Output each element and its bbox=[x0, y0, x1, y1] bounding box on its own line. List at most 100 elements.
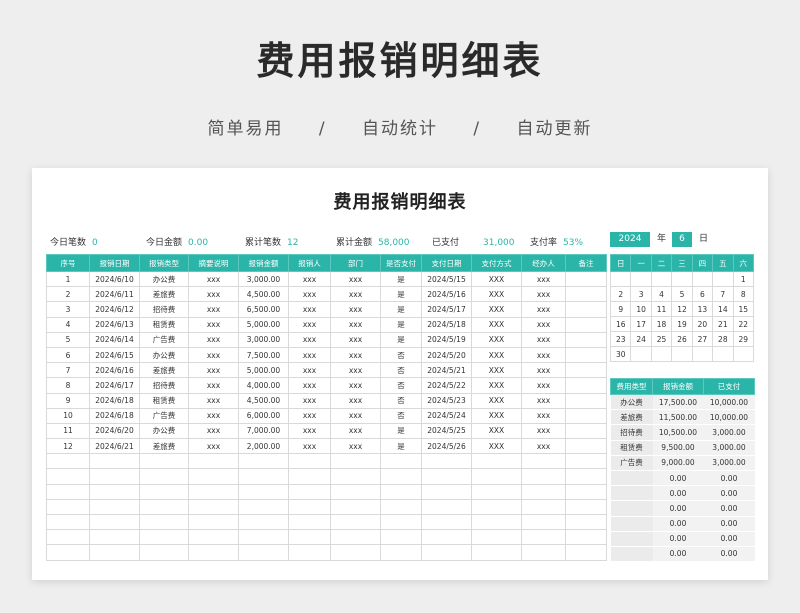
table-cell[interactable]: xxx bbox=[521, 407, 566, 424]
calendar-day[interactable] bbox=[691, 346, 714, 362]
table-cell[interactable]: xxx bbox=[288, 362, 331, 379]
table-cell[interactable]: xxx bbox=[188, 270, 239, 288]
empty-cell[interactable] bbox=[89, 498, 140, 516]
table-cell[interactable]: 7,000.00 bbox=[238, 422, 289, 440]
empty-cell[interactable] bbox=[565, 529, 607, 546]
summary-cell[interactable] bbox=[610, 470, 653, 487]
table-cell[interactable]: 6,500.00 bbox=[238, 301, 289, 318]
empty-cell[interactable] bbox=[565, 498, 607, 516]
table-cell[interactable]: 2024/6/13 bbox=[89, 316, 140, 333]
empty-cell[interactable] bbox=[288, 498, 331, 516]
table-cell[interactable]: 12 bbox=[46, 438, 90, 455]
calendar-day[interactable]: 4 bbox=[650, 286, 673, 302]
table-cell[interactable]: xxx bbox=[521, 316, 566, 333]
empty-cell[interactable] bbox=[330, 513, 381, 531]
table-cell[interactable]: 租赁费 bbox=[139, 316, 189, 333]
calendar-day[interactable]: 19 bbox=[671, 316, 693, 332]
table-cell[interactable]: 4 bbox=[46, 316, 90, 333]
table-cell[interactable]: 7 bbox=[46, 362, 90, 379]
empty-cell[interactable] bbox=[188, 498, 239, 516]
summary-cell[interactable]: 办公费 bbox=[610, 394, 653, 411]
table-cell[interactable] bbox=[565, 362, 607, 379]
table-cell[interactable]: xxx bbox=[330, 270, 381, 288]
table-cell[interactable]: 招待费 bbox=[139, 377, 189, 394]
table-cell[interactable]: xxx bbox=[330, 422, 381, 440]
empty-cell[interactable] bbox=[188, 483, 239, 500]
summary-cell[interactable] bbox=[610, 500, 653, 517]
table-cell[interactable] bbox=[565, 422, 607, 440]
summary-cell[interactable]: 0.00 bbox=[652, 500, 704, 517]
summary-cell[interactable]: 0.00 bbox=[652, 485, 704, 502]
empty-cell[interactable] bbox=[330, 483, 381, 500]
month-input[interactable]: 6 bbox=[672, 232, 692, 247]
empty-cell[interactable] bbox=[238, 468, 289, 485]
empty-cell[interactable] bbox=[330, 453, 381, 470]
empty-cell[interactable] bbox=[46, 483, 90, 500]
table-cell[interactable]: XXX bbox=[471, 270, 522, 288]
table-cell[interactable]: XXX bbox=[471, 407, 522, 424]
table-cell[interactable]: 2024/5/23 bbox=[421, 392, 472, 409]
table-cell[interactable]: xxx bbox=[288, 407, 331, 424]
table-cell[interactable]: 差旅费 bbox=[139, 286, 189, 303]
empty-cell[interactable] bbox=[565, 468, 607, 485]
table-cell[interactable]: xxx bbox=[288, 438, 331, 455]
table-cell[interactable]: xxx bbox=[330, 316, 381, 333]
empty-cell[interactable] bbox=[471, 513, 522, 531]
table-cell[interactable]: 2024/6/15 bbox=[89, 346, 140, 364]
table-cell[interactable] bbox=[565, 407, 607, 424]
table-cell[interactable]: 2024/5/25 bbox=[421, 422, 472, 440]
empty-cell[interactable] bbox=[521, 513, 566, 531]
empty-cell[interactable] bbox=[565, 453, 607, 470]
empty-cell[interactable] bbox=[139, 483, 189, 500]
calendar-day[interactable]: 8 bbox=[732, 286, 755, 302]
table-cell[interactable]: 2024/6/14 bbox=[89, 331, 140, 348]
table-cell[interactable]: 10 bbox=[46, 407, 90, 424]
calendar-day[interactable]: 11 bbox=[650, 301, 673, 317]
empty-cell[interactable] bbox=[421, 468, 472, 485]
table-cell[interactable]: xxx bbox=[330, 362, 381, 379]
table-cell[interactable]: 差旅费 bbox=[139, 438, 189, 455]
empty-cell[interactable] bbox=[565, 483, 607, 500]
table-cell[interactable]: 2024/5/19 bbox=[421, 331, 472, 348]
empty-cell[interactable] bbox=[471, 483, 522, 500]
table-cell[interactable]: 2024/6/17 bbox=[89, 377, 140, 394]
empty-cell[interactable] bbox=[421, 544, 472, 561]
table-cell[interactable]: 是 bbox=[380, 270, 422, 288]
table-cell[interactable]: XXX bbox=[471, 392, 522, 409]
summary-cell[interactable]: 17,500.00 bbox=[652, 394, 704, 411]
summary-cell[interactable]: 9,000.00 bbox=[652, 455, 704, 471]
table-cell[interactable]: 广告费 bbox=[139, 407, 189, 424]
calendar-day[interactable]: 2 bbox=[609, 286, 632, 302]
calendar-day[interactable] bbox=[671, 271, 693, 287]
empty-cell[interactable] bbox=[521, 483, 566, 500]
table-cell[interactable]: 2024/6/16 bbox=[89, 362, 140, 379]
empty-cell[interactable] bbox=[380, 468, 422, 485]
table-cell[interactable]: xxx bbox=[330, 377, 381, 394]
empty-cell[interactable] bbox=[89, 468, 140, 485]
empty-cell[interactable] bbox=[288, 468, 331, 485]
table-cell[interactable]: xxx bbox=[330, 407, 381, 424]
empty-cell[interactable] bbox=[238, 498, 289, 516]
table-cell[interactable]: 7,500.00 bbox=[238, 346, 289, 364]
calendar-day[interactable] bbox=[732, 346, 755, 362]
summary-cell[interactable]: 差旅费 bbox=[610, 409, 653, 426]
calendar-day[interactable]: 12 bbox=[671, 301, 693, 317]
summary-cell[interactable]: 10,500.00 bbox=[652, 424, 704, 441]
table-cell[interactable]: 是 bbox=[380, 331, 422, 348]
calendar-day[interactable]: 14 bbox=[712, 301, 734, 317]
table-cell[interactable]: 否 bbox=[380, 407, 422, 424]
empty-cell[interactable] bbox=[139, 498, 189, 516]
summary-cell[interactable]: 10,000.00 bbox=[703, 409, 755, 426]
table-cell[interactable]: 租赁费 bbox=[139, 392, 189, 409]
table-cell[interactable]: 办公费 bbox=[139, 270, 189, 288]
table-cell[interactable]: 是 bbox=[380, 286, 422, 303]
table-cell[interactable]: xxx bbox=[521, 377, 566, 394]
empty-cell[interactable] bbox=[521, 468, 566, 485]
table-cell[interactable]: 2024/6/20 bbox=[89, 422, 140, 440]
summary-cell[interactable]: 0.00 bbox=[652, 531, 704, 547]
empty-cell[interactable] bbox=[46, 498, 90, 516]
table-cell[interactable]: 是 bbox=[380, 301, 422, 318]
empty-cell[interactable] bbox=[380, 544, 422, 561]
calendar-day[interactable]: 27 bbox=[691, 331, 714, 347]
calendar-day[interactable]: 3 bbox=[630, 286, 652, 302]
